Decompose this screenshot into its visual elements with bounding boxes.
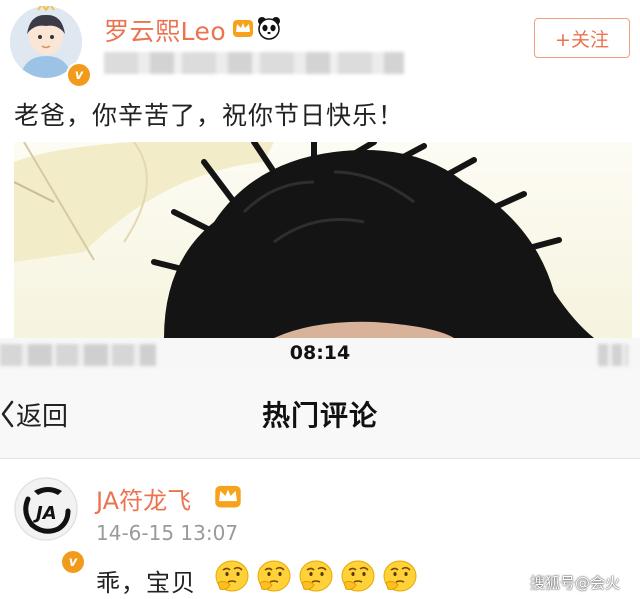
- crown-icon: [233, 20, 253, 37]
- follow-button[interactable]: +关注: [534, 18, 630, 58]
- thinking-face-icon: [257, 560, 291, 592]
- status-bar: 08:14: [0, 338, 640, 370]
- comment-timestamp: 14-6-15 13:07: [96, 521, 239, 545]
- verified-badge: v: [66, 62, 92, 88]
- post-username[interactable]: 罗云熙Leo: [104, 12, 226, 48]
- emoji-row: [214, 559, 418, 593]
- blurred-battery-icon: [598, 344, 628, 366]
- svg-text:JA: JA: [33, 503, 57, 524]
- dragon-logo-icon: JA: [14, 477, 78, 541]
- watermark: 搜狐号@会火: [530, 574, 621, 592]
- status-time: 08:14: [289, 342, 351, 364]
- panda-icon: [258, 17, 280, 40]
- page-title: 热门评论: [261, 399, 378, 432]
- comment-text: 乖，宝贝: [96, 569, 196, 597]
- thinking-face-icon: [341, 560, 375, 592]
- user-avatar[interactable]: v: [10, 6, 92, 88]
- thinking-face-icon: [299, 560, 333, 592]
- hair-photo: [14, 142, 594, 338]
- verified-badge: v: [60, 549, 86, 575]
- commenter-username[interactable]: JA符龙飞: [96, 481, 191, 516]
- post-photo[interactable]: [14, 142, 632, 338]
- thinking-face-icon: [383, 560, 417, 592]
- post-text: 老爸，你辛苦了，祝你节日快乐！: [14, 101, 405, 130]
- thinking-face-icon: [215, 560, 249, 592]
- nav-bar: 返回 热门评论: [0, 370, 640, 459]
- weibo-post: v 罗云熙Leo +关注 老爸，你辛苦了，祝你节日快乐！: [0, 0, 640, 338]
- crown-icon: [215, 485, 241, 508]
- blurred-post-meta: [104, 52, 404, 74]
- commenter-avatar[interactable]: JA v: [14, 477, 86, 575]
